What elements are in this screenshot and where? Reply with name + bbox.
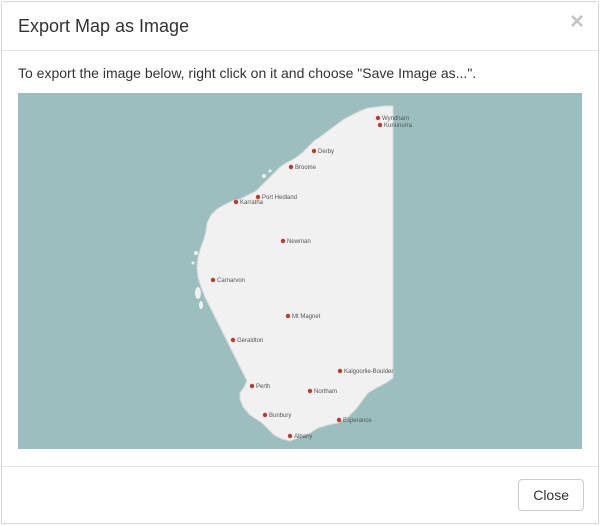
city-marker (308, 389, 312, 393)
city-label: Bunbury (269, 413, 291, 419)
island (195, 287, 201, 299)
modal-header: Export Map as Image × (2, 2, 598, 51)
map-image[interactable]: WyndhamKununurraDerbyBroomePort HedlandK… (18, 93, 582, 449)
island (262, 174, 266, 178)
city-label: Esperance (343, 418, 372, 424)
city-marker (263, 413, 267, 417)
city-marker (211, 278, 215, 282)
city-label: Carnarvon (217, 278, 245, 284)
modal-body: To export the image below, right click o… (2, 51, 598, 465)
modal-footer: Close (2, 466, 598, 523)
island (269, 170, 272, 173)
city-label: Wyndham (382, 116, 409, 122)
city-label: Perth (256, 384, 270, 390)
city-label: Northam (314, 389, 337, 395)
city-marker (286, 314, 290, 318)
city-label: Kalgoorlie-Boulder (344, 369, 393, 375)
city-marker (312, 149, 316, 153)
close-icon[interactable]: × (570, 10, 584, 34)
city-marker (376, 116, 380, 120)
city-marker (256, 195, 260, 199)
island (199, 301, 203, 309)
city-label: Newman (287, 239, 311, 245)
export-instruction: To export the image below, right click o… (18, 65, 582, 81)
city-marker (281, 239, 285, 243)
close-button[interactable]: Close (518, 479, 584, 511)
island (192, 262, 195, 265)
city-marker (289, 165, 293, 169)
export-map-modal: Export Map as Image × To export the imag… (1, 1, 599, 524)
city-marker (231, 338, 235, 342)
city-label: Broome (295, 165, 317, 171)
city-marker (338, 369, 342, 373)
map-svg: WyndhamKununurraDerbyBroomePort HedlandK… (18, 93, 582, 449)
city-marker (337, 418, 341, 422)
island (194, 251, 198, 255)
city-label: Derby (318, 149, 334, 155)
city-label: Port Hedland (262, 195, 297, 201)
city-label: Geraldton (237, 338, 263, 344)
city-marker (250, 384, 254, 388)
city-label: Mt Magnet (292, 314, 321, 320)
city-label: Albany (294, 434, 312, 440)
city-label: Karratha (240, 200, 264, 206)
modal-title: Export Map as Image (18, 16, 582, 37)
landmass (197, 106, 393, 441)
city-label: Kununurra (384, 123, 413, 129)
city-marker (234, 200, 238, 204)
city-marker (378, 123, 382, 127)
city-marker (288, 434, 292, 438)
